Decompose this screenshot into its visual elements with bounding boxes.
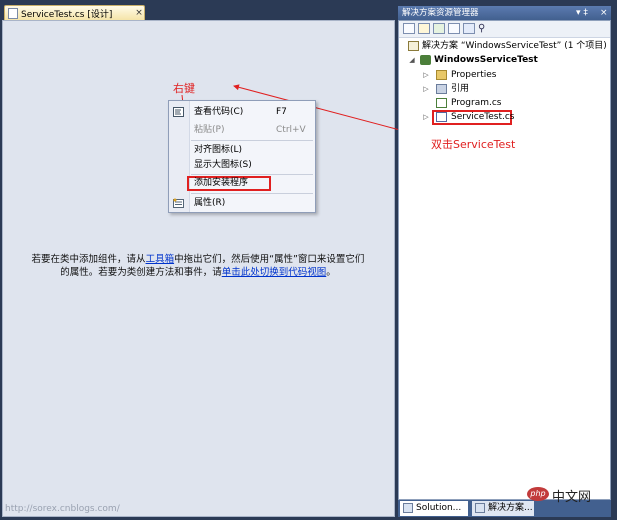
properties-icon xyxy=(173,198,184,208)
close-icon[interactable]: × xyxy=(600,6,608,20)
refresh-icon[interactable] xyxy=(433,23,445,34)
designer-info-text: 若要在类中添加组件，请从工具箱中拖出它们，然后使用“属性”窗口来设置它们 的属性… xyxy=(31,254,365,278)
view-code-icon xyxy=(173,107,184,117)
csharp-project-icon xyxy=(420,55,431,65)
menu-separator xyxy=(191,174,313,175)
view-code-icon[interactable] xyxy=(448,23,460,34)
show-all-files-icon[interactable] xyxy=(418,23,430,34)
menu-separator xyxy=(191,140,313,141)
solution-tab-icon xyxy=(403,503,413,513)
csharp-file-icon xyxy=(436,98,447,108)
tab-solution-explorer[interactable]: Solution... xyxy=(400,501,468,516)
properties-icon[interactable] xyxy=(403,23,415,34)
solution-explorer-title-bar: 解决方案资源管理器 ▾ ‡ × xyxy=(398,6,611,20)
logo-text: 中文网 xyxy=(552,490,592,505)
menu-separator xyxy=(191,193,313,194)
menu-item-paste[interactable]: 粘贴(P) Ctrl+V xyxy=(169,122,315,138)
expanded-arrow-icon[interactable]: ◢ xyxy=(408,53,416,67)
collapsed-arrow-icon[interactable]: ▷ xyxy=(422,82,430,96)
solution-explorer-toolbar: ⚲ xyxy=(399,21,610,38)
solution-tab-icon xyxy=(475,503,485,513)
view-designer-icon[interactable] xyxy=(463,23,475,34)
menu-item-properties[interactable]: 属性(R) xyxy=(169,195,315,211)
solution-explorer-title: 解决方案资源管理器 xyxy=(402,8,479,18)
solution-icon xyxy=(408,41,419,51)
class-diagram-icon[interactable]: ⚲ xyxy=(478,23,490,34)
switch-to-code-view-link[interactable]: 单击此处切换到代码视图 xyxy=(222,267,327,278)
double-click-annotation: 双击ServiceTest xyxy=(431,138,516,151)
tab-solution-explorer-cn[interactable]: 解决方案... xyxy=(472,501,534,516)
menu-item-add-installer[interactable]: 添加安装程序 xyxy=(187,176,271,191)
references-icon xyxy=(436,84,447,94)
collapsed-arrow-icon[interactable]: ▷ xyxy=(422,68,430,82)
collapsed-arrow-icon[interactable]: ▷ xyxy=(422,110,430,124)
context-menu: 查看代码(C) F7 粘贴(P) Ctrl+V 对齐图标(L) 显示大图标(S)… xyxy=(168,100,316,213)
menu-item-view-code[interactable]: 查看代码(C) F7 xyxy=(169,104,315,120)
menu-item-large-icons[interactable]: 显示大图标(S) xyxy=(169,157,315,173)
properties-folder-icon xyxy=(436,70,447,80)
watermark: http://sorex.cnblogs.com/ xyxy=(5,504,120,514)
menu-item-align-icons[interactable]: 对齐图标(L) xyxy=(169,142,315,158)
pin-icon[interactable]: ▾ ‡ xyxy=(576,6,588,20)
toolbox-link[interactable]: 工具箱 xyxy=(146,254,175,265)
service-file-icon xyxy=(436,112,447,122)
php-logo: php xyxy=(527,487,549,501)
